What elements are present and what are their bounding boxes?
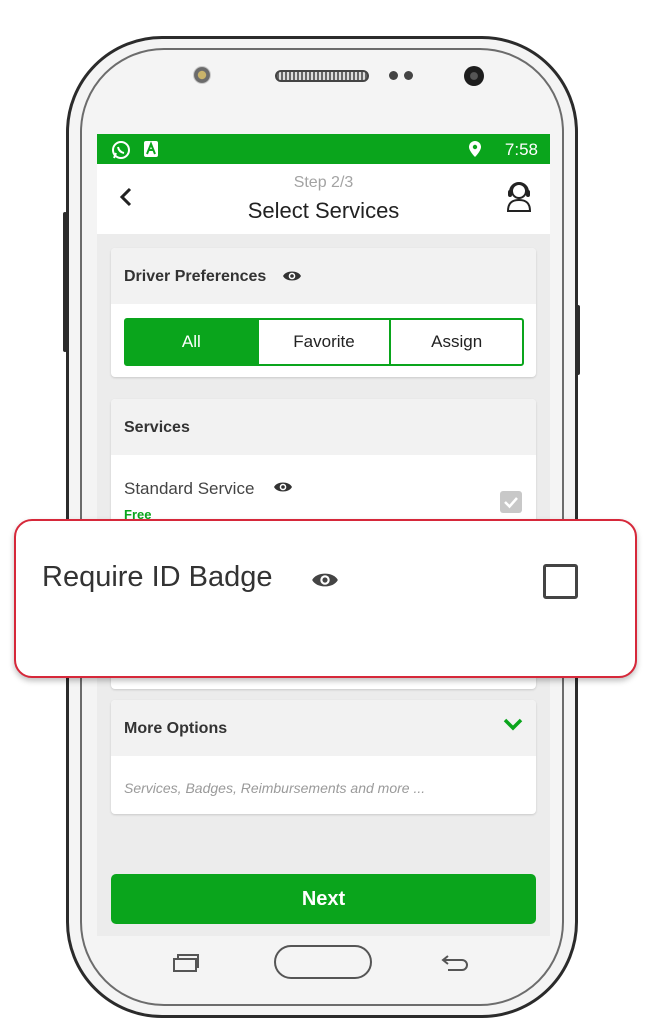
app-bar: Step 2/3 Select Services [97,164,550,234]
proximity-sensor [193,66,211,84]
require-id-badge-callout: Require ID Badge [14,519,637,678]
earpiece-speaker [275,70,369,82]
more-options-card[interactable]: More Options Services, Badges, Reimburse… [111,700,536,814]
more-options-subtitle: Services, Badges, Reimbursements and mor… [124,780,426,796]
status-time: 7:58 [504,140,538,159]
power-button [576,305,580,375]
support-agent-icon[interactable] [504,178,534,212]
next-button[interactable]: Next [111,874,536,924]
services-title: Services [124,419,190,436]
location-pin-icon [469,141,481,157]
page-title: Select Services [247,198,400,223]
more-options-header[interactable]: More Options [111,700,536,756]
driver-preferences-header: Driver Preferences [111,248,536,304]
whatsapp-icon [112,141,130,159]
home-button[interactable] [274,945,372,979]
notification-app-icon [144,141,158,157]
segment-favorite[interactable]: Favorite [256,320,390,364]
eye-icon[interactable] [282,269,302,283]
standard-service-checkbox[interactable] [500,491,522,513]
service-name: Standard Service [124,479,255,498]
sensor-dot [389,71,398,80]
chevron-down-icon[interactable] [502,716,524,732]
sensor-dot [404,71,413,80]
more-options-title: More Options [124,720,228,737]
step-indicator: Step 2/3 [293,174,354,191]
driver-preferences-title: Driver Preferences [124,268,267,285]
segment-assign[interactable]: Assign [389,320,522,364]
driver-preference-segmented-control: All Favorite Assign [124,318,524,366]
segment-all[interactable]: All [126,320,257,364]
front-camera [464,66,484,86]
eye-icon[interactable] [273,480,293,494]
driver-preferences-card: Driver Preferences All Favorite Assign [111,248,536,377]
volume-button [63,212,67,352]
recent-apps-icon[interactable] [172,953,200,973]
require-id-badge-checkbox[interactable] [543,564,578,599]
eye-icon[interactable] [310,570,340,590]
back-key-icon[interactable] [440,952,470,972]
require-id-badge-label: Require ID Badge [42,561,273,593]
services-header: Services [111,399,536,455]
status-bar: 7:58 [97,134,550,164]
